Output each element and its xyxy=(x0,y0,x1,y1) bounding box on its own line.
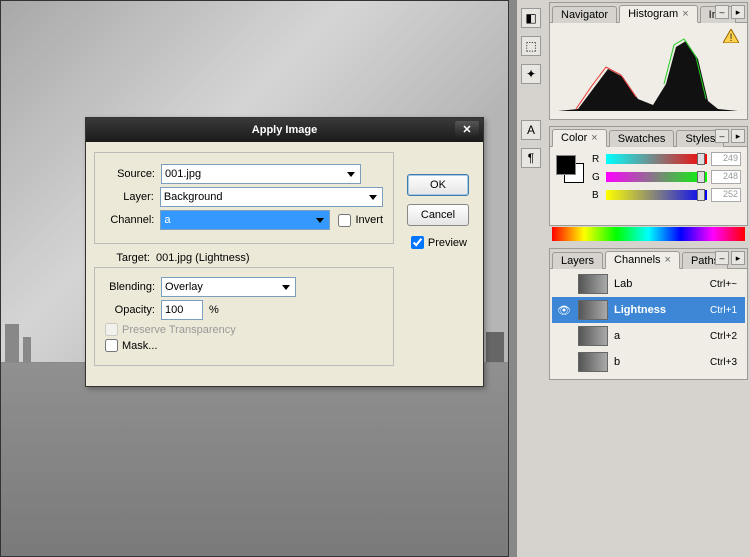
histogram-icon[interactable]: ⬚ xyxy=(521,36,541,56)
tab-navigator[interactable]: Navigator xyxy=(552,6,617,23)
panel-minimize-icon[interactable]: – xyxy=(715,5,729,19)
slider-label: R xyxy=(592,154,602,165)
blending-select[interactable]: Overlay xyxy=(161,277,296,297)
color-slider[interactable] xyxy=(606,190,707,200)
navigator-icon[interactable]: ◧ xyxy=(521,8,541,28)
slider-label: B xyxy=(592,190,602,201)
preserve-checkbox xyxy=(105,323,118,336)
slider-value[interactable]: 249 xyxy=(711,152,741,166)
source-select[interactable]: 001.jpg xyxy=(161,164,361,184)
tab-color[interactable]: Color× xyxy=(552,129,607,147)
histogram-chart xyxy=(558,29,738,111)
info-icon[interactable]: ✦ xyxy=(521,64,541,84)
color-slider[interactable] xyxy=(606,172,707,182)
paragraph-icon[interactable]: ¶ xyxy=(521,148,541,168)
channel-thumbnail xyxy=(578,274,608,294)
channel-select[interactable]: a xyxy=(160,210,330,230)
channel-row[interactable]: bCtrl+3 xyxy=(552,349,745,375)
dock-toolbar: ◧ ⬚ ✦ A ¶ xyxy=(517,0,545,168)
tab-layers[interactable]: Layers xyxy=(552,252,603,269)
close-icon[interactable]: × xyxy=(665,254,671,266)
color-swatch[interactable] xyxy=(556,155,586,185)
hue-ramp[interactable] xyxy=(552,227,745,241)
preview-checkbox[interactable] xyxy=(411,236,424,249)
opacity-input[interactable] xyxy=(161,300,203,320)
invert-checkbox[interactable] xyxy=(338,214,351,227)
close-icon[interactable]: × xyxy=(682,8,688,20)
mask-label: Mask... xyxy=(122,340,157,352)
channel-shortcut: Ctrl+2 xyxy=(710,331,737,342)
text-icon[interactable]: A xyxy=(521,120,541,140)
invert-label: Invert xyxy=(355,214,383,226)
channel-shortcut: Ctrl+1 xyxy=(710,305,737,316)
channel-row[interactable]: 👁 LightnessCtrl+1 xyxy=(552,297,745,323)
tab-channels[interactable]: Channels× xyxy=(605,251,680,269)
channel-thumbnail xyxy=(578,326,608,346)
color-slider[interactable] xyxy=(606,154,707,164)
layer-select[interactable]: Background xyxy=(160,187,383,207)
cancel-button[interactable]: Cancel xyxy=(407,204,469,226)
mask-checkbox[interactable] xyxy=(105,339,118,352)
channel-label: Channel: xyxy=(105,214,154,226)
preserve-label: Preserve Transparency xyxy=(122,324,236,336)
panel-menu-icon[interactable]: ▸ xyxy=(731,251,745,265)
channel-name: b xyxy=(614,356,710,368)
svg-text:!: ! xyxy=(729,32,732,43)
channel-name: Lightness xyxy=(614,304,710,316)
preview-label: Preview xyxy=(428,237,467,249)
channel-shortcut: Ctrl+3 xyxy=(710,357,737,368)
close-icon[interactable]: × xyxy=(591,132,597,144)
layer-label: Layer: xyxy=(105,191,154,203)
panel-minimize-icon[interactable]: – xyxy=(715,129,729,143)
opacity-label: Opacity: xyxy=(105,304,155,316)
slider-value[interactable]: 248 xyxy=(711,170,741,184)
channels-panel: Layers Channels× Paths –▸ LabCtrl+~👁Ligh… xyxy=(549,248,748,380)
tab-histogram[interactable]: Histogram× xyxy=(619,5,698,23)
slider-label: G xyxy=(592,172,602,183)
dialog-titlebar[interactable]: Apply Image ✕ xyxy=(86,118,483,142)
dialog-title: Apply Image xyxy=(252,124,317,136)
ok-button[interactable]: OK xyxy=(407,174,469,196)
channel-thumbnail xyxy=(578,352,608,372)
source-label: Source: xyxy=(105,168,155,180)
panel-menu-icon[interactable]: ▸ xyxy=(731,5,745,19)
channel-name: a xyxy=(614,330,710,342)
histogram-panel: Navigator Histogram× Info –▸ ! xyxy=(549,2,748,120)
panels-column: ◧ ⬚ ✦ A ¶ Navigator Histogram× Info –▸ !… xyxy=(517,0,750,557)
visibility-icon[interactable]: 👁 xyxy=(556,304,572,317)
opacity-suffix: % xyxy=(209,304,219,316)
apply-image-dialog: Apply Image ✕ Source: 001.jpg Layer: Bac… xyxy=(85,117,484,387)
close-icon[interactable]: ✕ xyxy=(455,121,479,137)
panel-menu-icon[interactable]: ▸ xyxy=(731,129,745,143)
channel-row[interactable]: aCtrl+2 xyxy=(552,323,745,349)
channel-row[interactable]: LabCtrl+~ xyxy=(552,271,745,297)
tab-swatches[interactable]: Swatches xyxy=(609,130,675,147)
channel-shortcut: Ctrl+~ xyxy=(710,279,737,290)
channel-name: Lab xyxy=(614,278,710,290)
color-panel: Color× Swatches Styles –▸ R249G248B252 xyxy=(549,126,748,226)
target-label: Target: xyxy=(98,252,150,264)
blending-label: Blending: xyxy=(105,281,155,293)
target-value: 001.jpg (Lightness) xyxy=(156,252,250,264)
channel-thumbnail xyxy=(578,300,608,320)
slider-value[interactable]: 252 xyxy=(711,188,741,202)
panel-minimize-icon[interactable]: – xyxy=(715,251,729,265)
warning-icon[interactable]: ! xyxy=(723,29,739,43)
